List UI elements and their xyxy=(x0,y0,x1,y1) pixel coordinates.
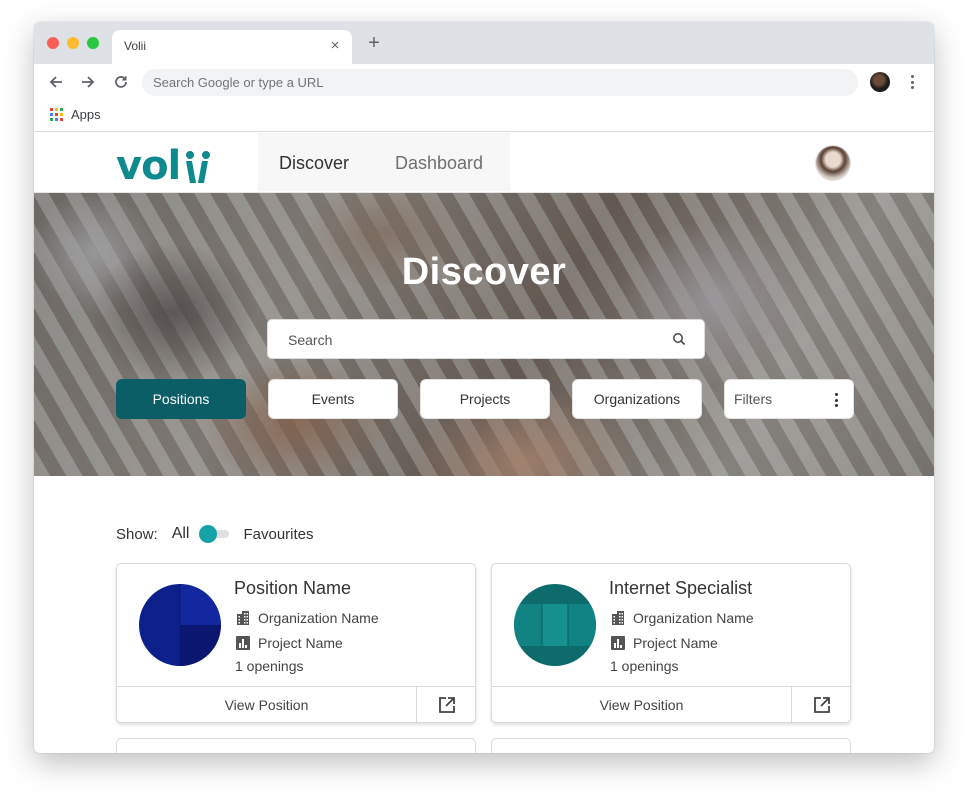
organization-row: Organization Name xyxy=(610,610,754,626)
card-footer: View Position xyxy=(117,686,475,722)
view-position-button[interactable]: View Position xyxy=(492,687,792,722)
search-input[interactable]: Search xyxy=(267,319,705,359)
address-bar-placeholder: Search Google or type a URL xyxy=(153,75,324,90)
user-avatar[interactable] xyxy=(816,146,850,180)
project-name: Project Name xyxy=(633,635,718,651)
building-icon xyxy=(610,610,626,626)
tab-close-icon[interactable]: × xyxy=(326,37,344,55)
openings-count: 1 openings xyxy=(235,658,304,674)
favourites-toggle[interactable] xyxy=(199,525,231,543)
apps-bookmark[interactable]: Apps xyxy=(71,107,101,122)
search-placeholder: Search xyxy=(288,332,333,348)
card-footer: View Position xyxy=(492,686,850,722)
search-icon[interactable] xyxy=(672,332,686,346)
filter-events-button[interactable]: Events xyxy=(268,379,398,419)
close-window-button[interactable] xyxy=(47,37,59,49)
volii-logo[interactable]: vol xyxy=(116,143,216,196)
browser-profile-avatar[interactable] xyxy=(870,72,890,92)
filter-projects-button[interactable]: Projects xyxy=(420,379,550,419)
nav-dashboard[interactable]: Dashboard xyxy=(395,153,483,174)
organization-row: Organization Name xyxy=(235,610,379,626)
bar-chart-icon xyxy=(235,635,251,651)
apps-grid-icon[interactable] xyxy=(50,108,63,121)
svg-text:vol: vol xyxy=(116,143,180,187)
more-vert-icon xyxy=(835,392,839,408)
show-label: Show: xyxy=(116,525,158,543)
organization-name: Organization Name xyxy=(258,610,379,626)
browser-tab[interactable]: Volii × xyxy=(112,30,352,64)
toggle-knob xyxy=(199,525,218,543)
maximize-window-button[interactable] xyxy=(87,37,99,49)
filter-positions-button[interactable]: Positions xyxy=(116,379,246,419)
open-in-new-icon[interactable] xyxy=(417,687,475,722)
position-title[interactable]: Internet Specialist xyxy=(609,578,752,599)
position-card-partial[interactable] xyxy=(491,738,851,753)
position-card[interactable]: Internet Specialist Organization Name Pr… xyxy=(491,563,851,723)
site-header: vol Discover Dashboard xyxy=(34,133,934,193)
main-nav: Discover Dashboard xyxy=(258,133,510,191)
show-favourites-label[interactable]: Favourites xyxy=(243,526,313,543)
openings-count: 1 openings xyxy=(610,658,679,674)
back-arrow-icon[interactable] xyxy=(46,72,66,92)
hero-title: Discover xyxy=(401,251,567,293)
show-filter-row: Show: All Favourites xyxy=(116,524,314,544)
nav-discover[interactable]: Discover xyxy=(279,153,349,174)
position-card-partial[interactable] xyxy=(116,738,476,753)
reload-icon[interactable] xyxy=(111,72,131,92)
tab-title: Volii xyxy=(124,39,147,53)
browser-menu-icon[interactable] xyxy=(906,73,918,91)
show-all-label[interactable]: All xyxy=(172,525,190,543)
view-position-button[interactable]: View Position xyxy=(117,687,417,722)
building-icon xyxy=(235,610,251,626)
project-name: Project Name xyxy=(258,635,343,651)
organization-name: Organization Name xyxy=(633,610,754,626)
tab-strip: Volii × + xyxy=(34,22,934,64)
address-bar[interactable]: Search Google or type a URL xyxy=(142,69,858,96)
bookmarks-bar: Apps xyxy=(34,100,934,132)
position-image xyxy=(514,584,596,666)
position-card[interactable]: Position Name Organization Name Project … xyxy=(116,563,476,723)
minimize-window-button[interactable] xyxy=(67,37,79,49)
position-image xyxy=(139,584,221,666)
bar-chart-icon xyxy=(610,635,626,651)
hero-banner: Discover Search Positions Events Project… xyxy=(34,193,934,476)
browser-window: Volii × + Search Google or type a URL Ap… xyxy=(34,22,934,753)
forward-arrow-icon[interactable] xyxy=(78,72,98,92)
filter-organizations-button[interactable]: Organizations xyxy=(572,379,702,419)
position-title[interactable]: Position Name xyxy=(234,578,351,599)
filters-label: Filters xyxy=(734,391,773,407)
filters-dropdown[interactable]: Filters xyxy=(724,379,854,419)
project-row: Project Name xyxy=(235,635,343,651)
new-tab-button[interactable]: + xyxy=(364,33,384,53)
open-in-new-icon[interactable] xyxy=(792,687,850,722)
project-row: Project Name xyxy=(610,635,718,651)
browser-toolbar: Search Google or type a URL xyxy=(34,64,934,100)
